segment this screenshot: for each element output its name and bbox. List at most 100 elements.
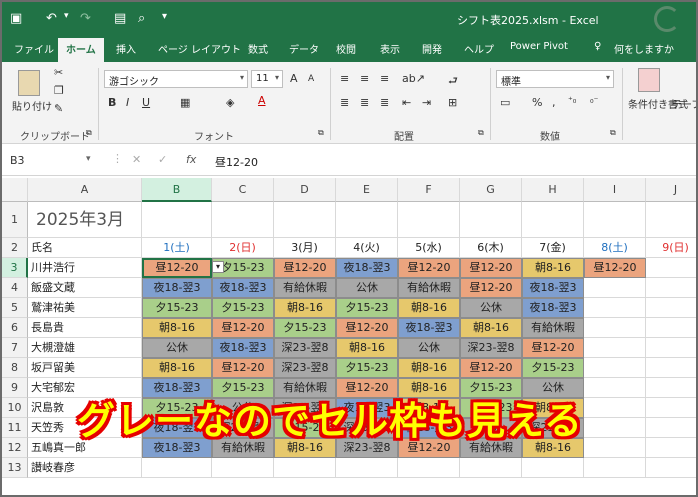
increase-decimal-icon[interactable]: ⁺₀ [568,96,576,106]
column-header[interactable]: I [584,178,646,202]
shift-cell[interactable]: 公休 [398,338,460,358]
row-header[interactable]: 11 [2,418,28,438]
grid-cell[interactable] [522,202,584,238]
tab-review[interactable]: 校閲 [336,41,356,56]
underline-icon[interactable]: U [142,96,150,109]
grid-cell[interactable] [584,202,646,238]
shift-cell[interactable]: 夕15-23 [212,298,274,318]
tab-developer[interactable]: 開発 [422,41,442,56]
bold-icon[interactable]: B [108,96,116,109]
shift-cell[interactable]: 朝8-16 [398,298,460,318]
date-header[interactable]: 8(土) [584,238,646,258]
font-size-select[interactable]: 11 ▾ [251,70,283,88]
tab-data[interactable]: データ [289,41,319,56]
print-preview-icon[interactable]: ⌕ [138,11,145,26]
formula-input[interactable]: 昼12-20 [215,154,258,170]
row-header[interactable]: 7 [2,338,28,358]
column-header[interactable]: A [28,178,142,202]
shift-cell[interactable]: 夕15-23 [522,358,584,378]
increase-indent-icon[interactable]: ⇥ [422,96,431,109]
grid-cell[interactable] [336,202,398,238]
wrap-text-icon[interactable]: ⮐ [448,72,458,91]
shift-cell[interactable]: 夜18-翌3 [336,258,398,278]
font-launcher-icon[interactable]: ⧉ [318,128,324,138]
shift-cell[interactable]: 朝8-16 [142,358,212,378]
employee-name[interactable]: 飯盛文蔵 [28,278,142,298]
conditional-format-icon[interactable] [638,68,660,92]
grid-cell[interactable] [584,358,646,378]
row-header[interactable]: 4 [2,278,28,298]
employee-name[interactable]: 讃岐春彦 [28,458,142,478]
employee-name[interactable]: 長島貴 [28,318,142,338]
increase-font-icon[interactable]: A [290,72,298,85]
shift-cell[interactable]: 昼12-20 [460,258,522,278]
align-right-icon[interactable]: ≣ [380,96,389,109]
align-middle-icon[interactable]: ≡ [360,72,369,85]
align-center-icon[interactable]: ≣ [360,96,369,109]
italic-icon[interactable]: I [126,96,129,109]
undo-dropdown-icon[interactable]: ▾ [64,11,69,21]
grid-cell[interactable] [646,318,696,338]
row-header[interactable]: 2 [2,238,28,258]
grid-cell[interactable] [646,278,696,298]
shift-cell[interactable]: 昼12-20 [522,338,584,358]
grid-cell[interactable] [212,458,274,478]
column-header[interactable]: J [646,178,696,202]
grid-cell[interactable] [460,202,522,238]
cancel-icon[interactable]: ✕ [132,153,141,166]
grid-cell[interactable] [646,458,696,478]
date-header[interactable]: 7(金) [522,238,584,258]
tell-me-search[interactable]: 何をしますか [614,41,674,56]
grid-cell[interactable] [584,398,646,418]
shift-cell[interactable]: 朝8-16 [274,298,336,318]
shift-cell[interactable]: 昼12-20 [212,358,274,378]
grid-cell[interactable] [646,298,696,318]
grid-cell[interactable] [584,418,646,438]
grid-cell[interactable] [646,438,696,458]
shift-cell[interactable]: 深23-翌8 [460,338,522,358]
grid-cell[interactable] [646,378,696,398]
align-top-icon[interactable]: ≡ [340,72,349,85]
decrease-decimal-icon[interactable]: ₀⁻ [590,96,598,106]
column-header[interactable]: E [336,178,398,202]
row-header[interactable]: 13 [2,458,28,478]
tab-file[interactable]: ファイル [14,41,54,56]
name-box[interactable]: B3 [4,151,94,171]
worksheet-grid[interactable]: A B C D E F G H I J 1 2 3 4 5 6 7 8 9 10 11 12 13 2025年3月 氏名 1(土)… [2,178,696,495]
date-header[interactable]: 2(日) [212,238,274,258]
undo-icon[interactable]: ↶ [46,11,57,26]
shift-cell[interactable]: 夜18-翌3 [522,298,584,318]
grid-cell[interactable] [646,258,696,278]
grid-cell[interactable] [460,458,522,478]
cut-icon[interactable]: ✂ [54,66,63,79]
grid-cell[interactable] [646,398,696,418]
grid-cell[interactable] [274,458,336,478]
accounting-icon[interactable]: ▭ [500,96,510,109]
tab-view[interactable]: 表示 [380,41,400,56]
grid-cell[interactable] [522,458,584,478]
percent-icon[interactable]: % [532,96,542,109]
shift-cell[interactable]: 昼12-20 [460,278,522,298]
employee-name[interactable]: 坂戸留美 [28,358,142,378]
shift-cell[interactable]: 夜18-翌3 [212,338,274,358]
shift-cell[interactable]: 公休 [460,298,522,318]
alignment-launcher-icon[interactable]: ⧉ [478,128,484,138]
column-header[interactable]: B [142,178,212,202]
sheet-title[interactable]: 2025年3月 [28,202,228,238]
date-header[interactable]: 4(火) [336,238,398,258]
shift-cell[interactable]: 深23-翌8 [274,338,336,358]
employee-name[interactable]: 大槻澄雄 [28,338,142,358]
screen-icon[interactable]: ▤ [114,11,126,26]
customize-qat-icon[interactable]: ▾ [162,11,167,22]
merge-center-icon[interactable]: ⊞ [448,96,457,109]
date-header[interactable]: 1(土) [142,238,212,258]
grid-cell[interactable] [336,458,398,478]
format-table-button[interactable]: テーブル [672,96,696,111]
validation-dropdown-button[interactable]: ▾ [212,261,224,273]
shift-cell[interactable]: 夕15-23 [336,358,398,378]
align-left-icon[interactable]: ≣ [340,96,349,109]
tab-help[interactable]: ヘルプ [464,41,494,56]
grid-cell[interactable] [584,298,646,318]
grid-cell[interactable] [584,458,646,478]
insert-function-icon[interactable]: fx [186,153,196,166]
